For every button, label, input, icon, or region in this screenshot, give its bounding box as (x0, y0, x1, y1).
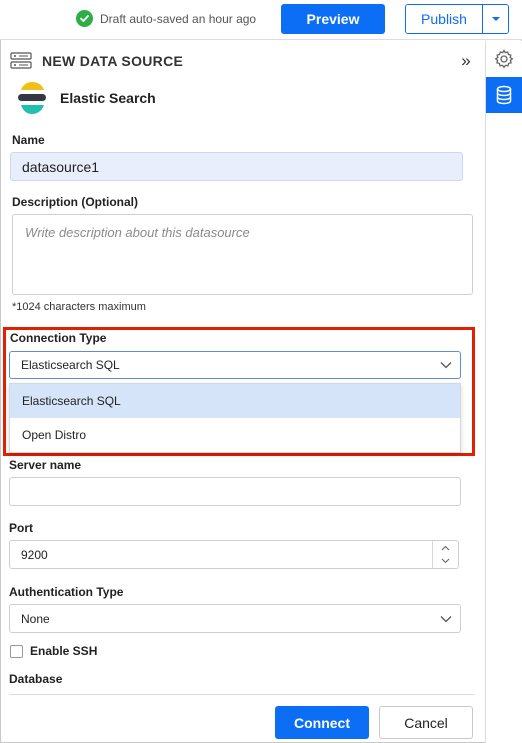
right-rail (485, 41, 522, 743)
port-value: 9200 (21, 547, 48, 562)
description-textarea[interactable]: Write description about this datasource (12, 214, 473, 295)
chevron-down-icon (441, 558, 450, 564)
database-icon (496, 85, 512, 105)
check-circle-icon (76, 10, 93, 27)
data-source-panel: NEW DATA SOURCE » Elastic Search Name da… (0, 41, 485, 743)
server-icon (10, 52, 32, 69)
connection-type-select[interactable]: Elasticsearch SQL (9, 351, 461, 379)
database-label: Database (9, 672, 63, 686)
cancel-button[interactable]: Cancel (379, 706, 473, 739)
panel-header: NEW DATA SOURCE » (10, 51, 475, 71)
panel-title: NEW DATA SOURCE (42, 53, 184, 69)
connection-type-dropdown: Elasticsearch SQL Open Distro (9, 383, 461, 453)
port-increment-button[interactable] (433, 541, 458, 555)
enable-ssh-row: Enable SSH (10, 644, 97, 658)
caret-down-icon (491, 17, 500, 21)
data-source-tab[interactable] (486, 77, 522, 113)
dropdown-option-open-distro[interactable]: Open Distro (10, 418, 460, 452)
server-name-label: Server name (9, 458, 82, 472)
auth-type-label: Authentication Type (9, 585, 124, 599)
port-label: Port (9, 521, 33, 535)
save-status: Draft auto-saved an hour ago (76, 10, 256, 27)
gear-icon (494, 49, 514, 69)
dropdown-option-elasticsearch-sql[interactable]: Elasticsearch SQL (10, 384, 460, 418)
description-hint: *1024 characters maximum (12, 301, 146, 313)
name-input[interactable]: datasource1 (10, 152, 463, 181)
chevron-down-icon (440, 362, 452, 369)
elasticsearch-logo-icon (18, 82, 46, 114)
port-decrement-button[interactable] (433, 555, 458, 569)
connect-button[interactable]: Connect (275, 706, 369, 739)
chevron-up-icon (441, 545, 450, 551)
save-status-text: Draft auto-saved an hour ago (100, 11, 257, 26)
auth-type-select[interactable]: None (9, 604, 461, 633)
connection-type-label: Connection Type (10, 331, 107, 345)
collapse-panel-button[interactable]: » (457, 51, 475, 71)
datasource-type-name: Elastic Search (60, 90, 156, 106)
preview-button[interactable]: Preview (281, 4, 385, 34)
enable-ssh-label: Enable SSH (30, 644, 98, 658)
port-stepper (432, 541, 458, 568)
server-name-input[interactable] (9, 477, 461, 506)
chevron-down-icon (440, 615, 452, 622)
port-input[interactable]: 9200 (9, 540, 459, 569)
connection-type-value: Elasticsearch SQL (21, 358, 120, 372)
name-label: Name (12, 133, 45, 147)
description-label: Description (Optional) (12, 195, 138, 209)
settings-tab[interactable] (486, 41, 522, 77)
auth-type-value: None (21, 611, 50, 626)
datasource-type-row: Elastic Search (16, 81, 156, 115)
publish-split-button: Publish (405, 4, 509, 34)
publish-button[interactable]: Publish (406, 5, 482, 33)
top-bar: Draft auto-saved an hour ago Preview Pub… (0, 0, 522, 40)
footer-divider (9, 694, 475, 695)
publish-dropdown-button[interactable] (482, 5, 508, 33)
enable-ssh-checkbox[interactable] (10, 644, 23, 658)
